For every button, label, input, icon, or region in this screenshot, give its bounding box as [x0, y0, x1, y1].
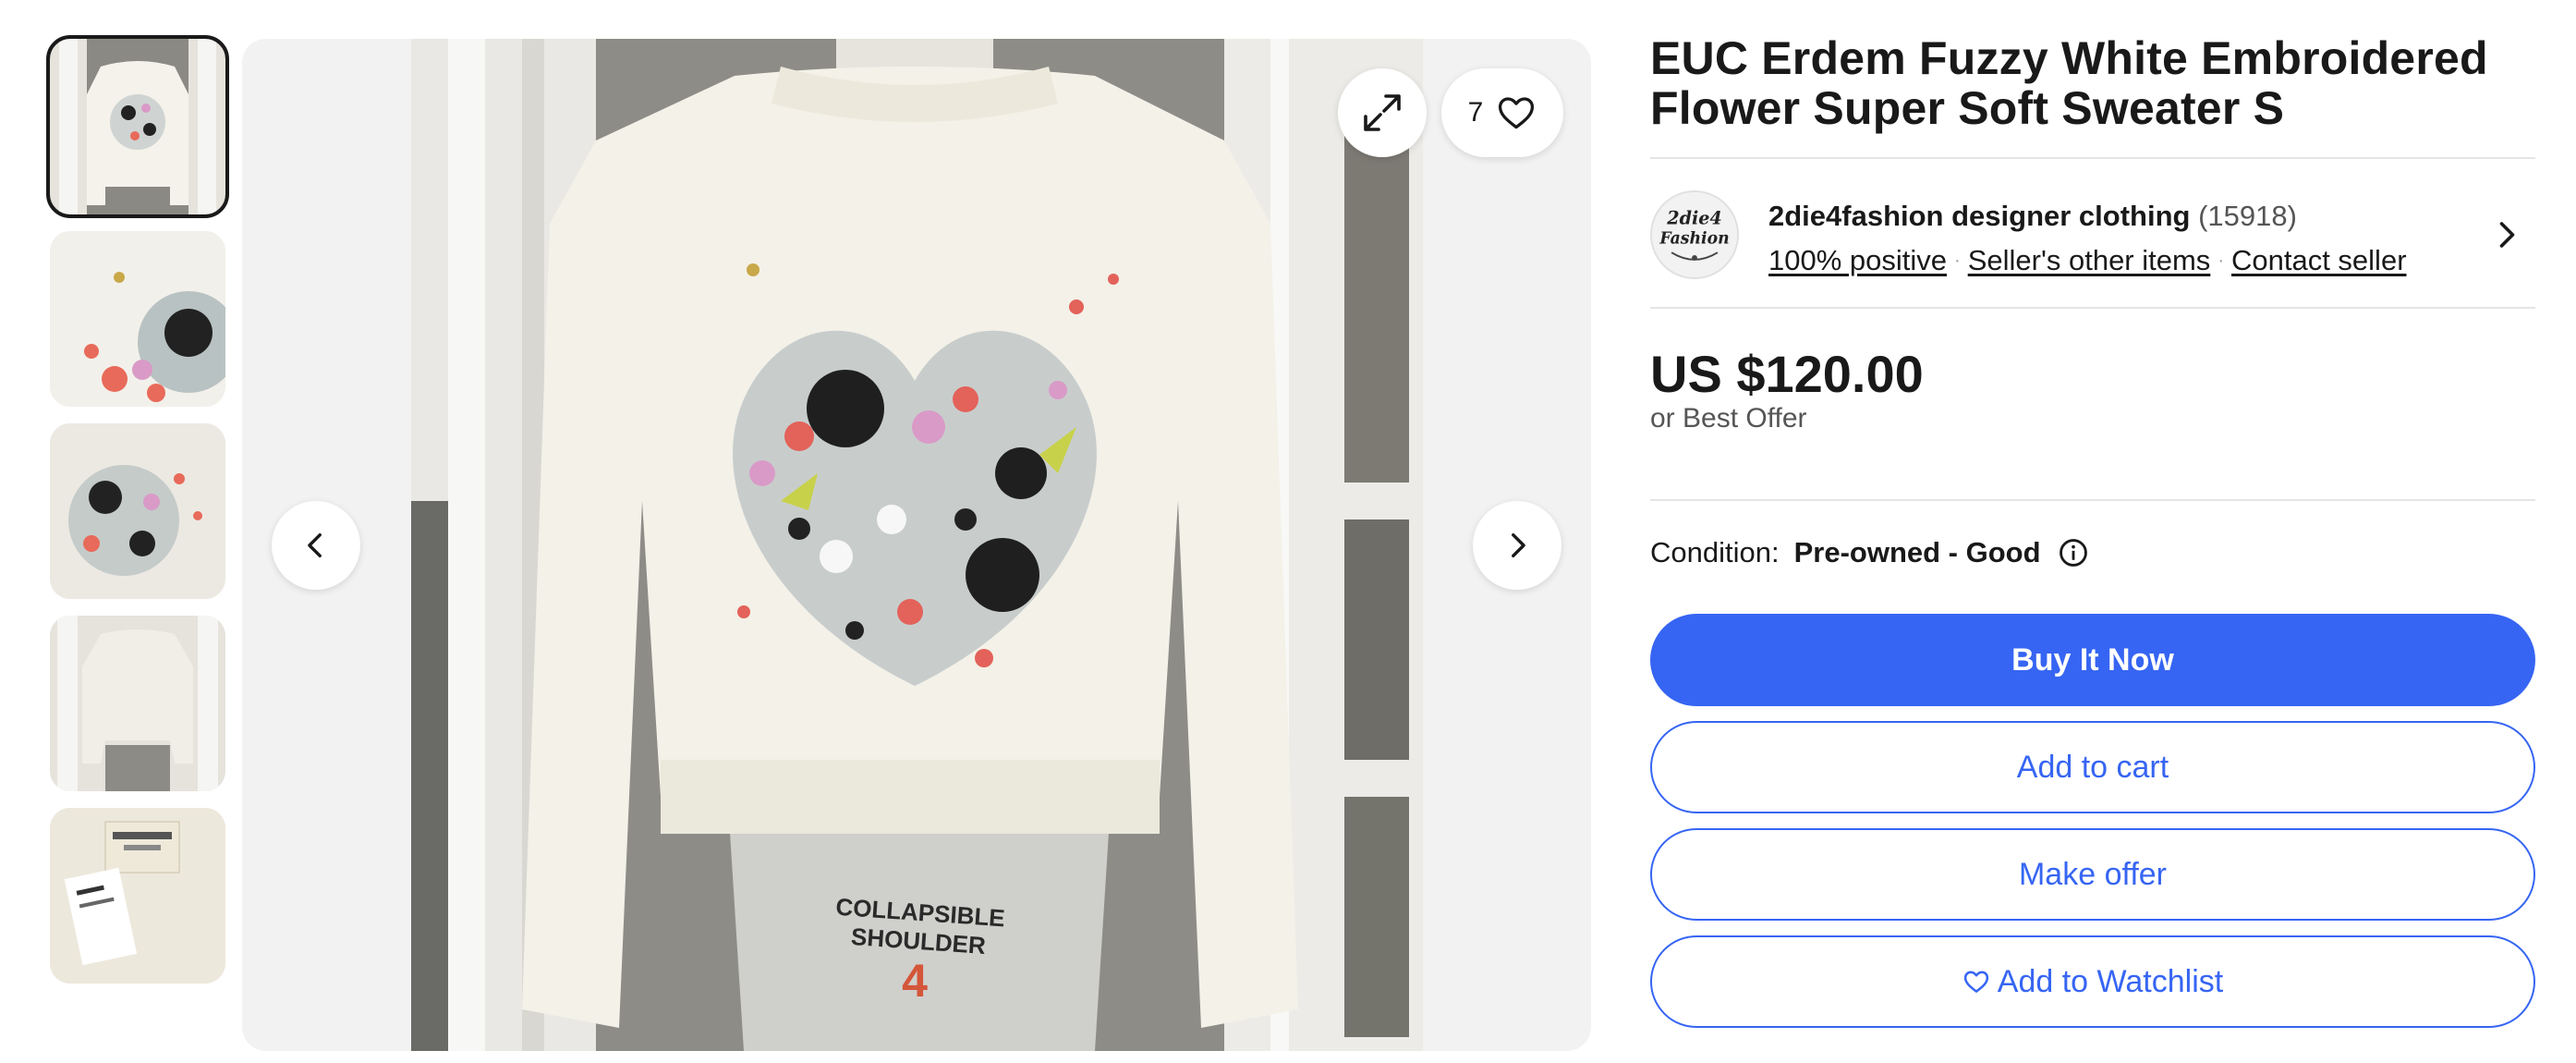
divider	[1650, 307, 2535, 309]
seller-logo[interactable]: 2die4 Fashion	[1650, 190, 1739, 279]
seller-other-items-link[interactable]: Seller's other items	[1968, 244, 2211, 277]
thumbnail-image	[50, 39, 225, 214]
thumbnail-embroidery-detail[interactable]	[50, 231, 225, 407]
thumbnail-embroidery-closeup[interactable]	[50, 423, 225, 599]
separator-dot: ·	[1954, 250, 1961, 271]
listing-info: EUC Erdem Fuzzy White Embroidered Flower…	[1650, 32, 2535, 1028]
condition-row: Condition: Pre-owned - Good	[1650, 536, 2089, 569]
favorite-count: 7	[1467, 97, 1484, 128]
contact-seller-link[interactable]: Contact seller	[2231, 244, 2407, 277]
main-image-viewer: COLLAPSIBLE SHOULDER 4 7	[242, 39, 1591, 1051]
chevron-right-icon[interactable]	[2489, 218, 2522, 251]
seller-name[interactable]: 2die4fashion designer clothing	[1768, 200, 2190, 232]
seller-card: 2die4 Fashion 2die4fashion designer clot…	[1650, 190, 2535, 283]
expand-image-button[interactable]	[1338, 68, 1427, 157]
divider	[1650, 499, 2535, 501]
item-price: US $120.00	[1650, 345, 1924, 403]
chevron-left-icon	[308, 532, 322, 558]
thumbnail-image	[50, 231, 225, 407]
seller-feedback-count: (15918)	[2198, 200, 2297, 232]
main-product-photo[interactable]: COLLAPSIBLE SHOULDER 4	[411, 39, 1423, 1051]
seller-logo-image: 2die4 Fashion	[1652, 192, 1737, 277]
buy-it-now-button[interactable]: Buy It Now	[1650, 614, 2535, 706]
thumbnail-image	[50, 808, 225, 984]
chevron-right-icon	[1512, 532, 1525, 558]
add-to-watchlist-label: Add to Watchlist	[1997, 963, 2224, 999]
heart-icon	[1963, 971, 1988, 993]
condition-label: Condition:	[1650, 536, 1780, 568]
thumbnail-strip	[46, 35, 229, 1000]
listing-page: COLLAPSIBLE SHOULDER 4 7 EUC Erdem Fuzzy…	[0, 0, 2576, 1063]
seller-name-row: 2die4fashion designer clothing (15918)	[1768, 200, 2297, 233]
thumbnail-label[interactable]	[50, 808, 225, 984]
add-to-watchlist-button[interactable]: Add to Watchlist	[1650, 935, 2535, 1028]
thumbnail-back-view[interactable]	[50, 616, 225, 791]
seller-logo-text: Fashion	[1659, 230, 1729, 249]
seller-links: 100% positive · Seller's other items · C…	[1768, 244, 2407, 277]
make-offer-button[interactable]: Make offer	[1650, 828, 2535, 921]
add-to-cart-button[interactable]: Add to cart	[1650, 721, 2535, 813]
thumbnail-image	[50, 616, 225, 791]
thumbnail-front-view[interactable]	[46, 35, 229, 218]
condition-value: Pre-owned - Good	[1793, 536, 2041, 568]
divider	[1650, 157, 2535, 159]
best-offer-note: or Best Offer	[1650, 403, 1807, 434]
favorite-button[interactable]: 7	[1441, 68, 1563, 157]
previous-image-button[interactable]	[272, 501, 360, 590]
listing-title: EUC Erdem Fuzzy White Embroidered Flower…	[1650, 32, 2488, 134]
seller-logo-text: 2die4	[1666, 208, 1722, 229]
expand-icon	[1364, 94, 1401, 131]
thumbnail-image	[50, 423, 225, 599]
info-icon[interactable]	[2058, 537, 2089, 568]
next-image-button[interactable]	[1473, 501, 1561, 590]
heart-icon	[1499, 97, 1535, 129]
mannequin-size: 4	[902, 955, 928, 1007]
separator-dot: ·	[2218, 250, 2224, 271]
seller-positive-link[interactable]: 100% positive	[1768, 244, 1947, 277]
